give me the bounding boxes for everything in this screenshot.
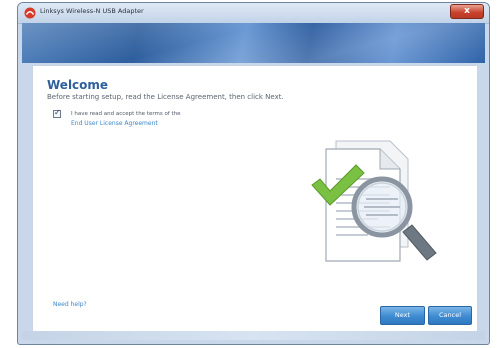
close-button[interactable]: x [450,4,484,19]
close-icon: x [464,6,470,16]
page-subtitle: Before starting setup, read the License … [47,93,284,101]
window-title: Linksys Wireless-N USB Adapter [40,7,144,15]
linksys-app-icon [24,7,36,19]
document-magnifier-check-icon [311,140,437,262]
installer-window: Linksys Wireless-N USB Adapter x Welcome… [17,2,490,345]
accept-license-checkbox[interactable]: ✓ [53,108,61,118]
content-panel: Welcome Before starting setup, read the … [32,65,478,332]
checkmark-icon: ✓ [54,108,61,117]
window-bottom-frame [22,331,485,340]
eula-link[interactable]: End User License Agreement [71,120,158,127]
cancel-button[interactable]: Cancel [428,306,472,325]
next-button[interactable]: Next [380,306,425,325]
title-bar[interactable]: Linksys Wireless-N USB Adapter x [18,3,489,24]
header-banner [22,23,485,63]
accept-license-label: I have read and accept the terms of the [71,111,181,117]
page-title: Welcome [47,78,109,92]
need-help-link[interactable]: Need help? [53,301,87,308]
